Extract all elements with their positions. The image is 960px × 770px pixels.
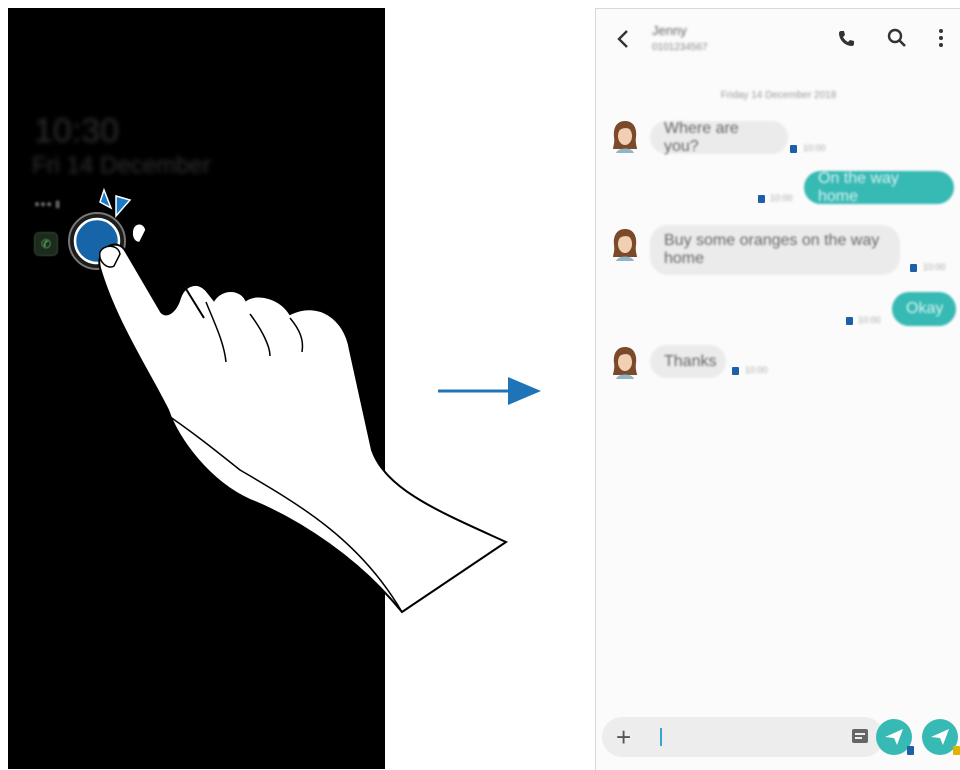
- message-time: 10:00: [858, 315, 881, 325]
- contact-avatar[interactable]: [610, 227, 640, 261]
- send-icon: [931, 729, 949, 745]
- send-sim1-button[interactable]: [876, 719, 914, 755]
- sim1-badge-icon: [907, 746, 914, 755]
- more-options-icon[interactable]: [930, 27, 952, 49]
- send-sim2-button[interactable]: [922, 719, 960, 755]
- message-time: 10:00: [923, 262, 946, 272]
- messages-conversation-screen: Jenny 0101234567 Friday 14 December 2018…: [595, 8, 960, 770]
- search-icon[interactable]: [886, 27, 908, 49]
- contact-avatar[interactable]: [610, 345, 640, 379]
- transition-arrow-icon: [438, 377, 541, 405]
- sim-card-icon: [910, 264, 917, 272]
- send-icon: [885, 729, 903, 745]
- contact-name: Jenny: [652, 23, 687, 38]
- contact-number: 0101234567: [652, 42, 708, 53]
- back-arrow-icon[interactable]: [610, 25, 638, 53]
- add-attachment-icon[interactable]: +: [616, 723, 631, 751]
- message-bubble-incoming[interactable]: Buy some oranges on the way home: [650, 225, 900, 275]
- message-bubble-incoming[interactable]: Where are you?: [650, 120, 788, 155]
- message-composer[interactable]: +: [602, 717, 884, 757]
- message-time: 10:00: [770, 193, 793, 203]
- phone-icon[interactable]: [836, 27, 858, 49]
- message-bubble-outgoing[interactable]: Okay: [892, 292, 956, 326]
- sticker-icon[interactable]: [852, 729, 868, 743]
- text-cursor: [660, 728, 662, 746]
- message-bubble-incoming[interactable]: Thanks: [650, 345, 726, 378]
- contact-avatar[interactable]: [610, 119, 640, 153]
- sim2-badge-icon: [953, 746, 960, 755]
- message-time: 10:00: [803, 143, 826, 153]
- sim-card-icon: [846, 317, 853, 325]
- sim-card-icon: [732, 367, 739, 375]
- sim-card-icon: [758, 195, 765, 203]
- conversation-app-bar: Jenny 0101234567: [596, 9, 960, 73]
- message-bubble-outgoing[interactable]: On the way home: [804, 170, 954, 205]
- message-time: 10:00: [745, 365, 768, 375]
- sim-card-icon: [790, 145, 797, 153]
- date-divider: Friday 14 December 2018: [720, 90, 837, 101]
